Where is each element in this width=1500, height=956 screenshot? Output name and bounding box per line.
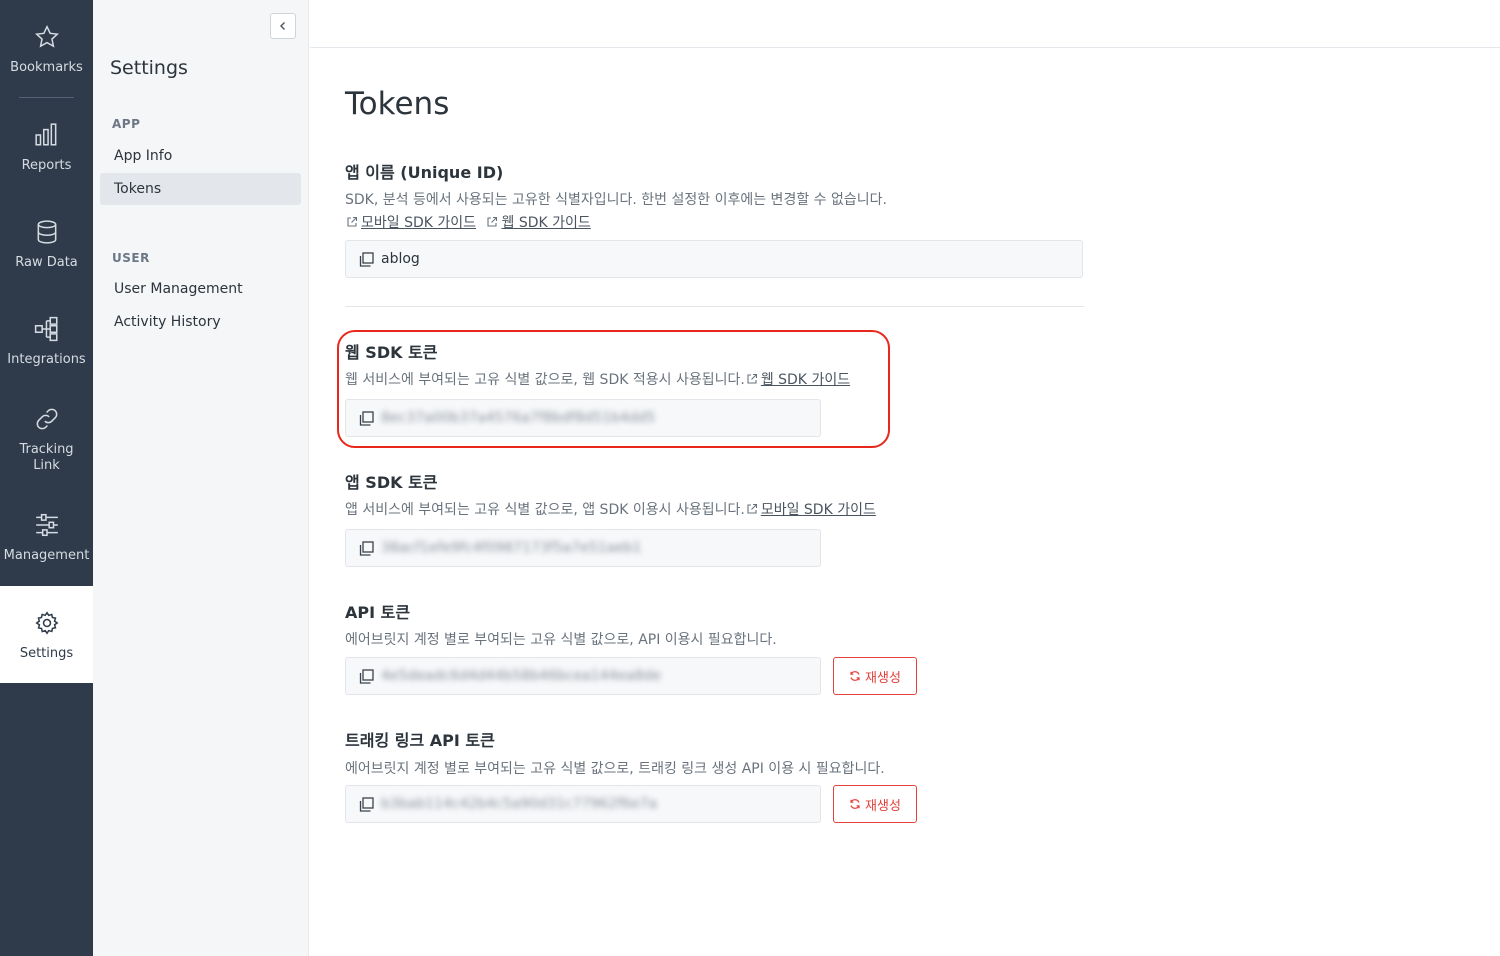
collapse-panel-button[interactable] <box>270 13 296 39</box>
tracking-link-api-token-field[interactable]: b3bab114c42b4c5a90d31c77962f6e7a <box>345 785 821 823</box>
nav-item-app-info[interactable]: App Info <box>100 140 301 172</box>
copy-icon[interactable] <box>359 540 374 556</box>
copy-icon[interactable] <box>359 796 374 812</box>
regenerate-label: 재생성 <box>865 669 901 685</box>
nav-item-tokens[interactable]: Tokens <box>100 173 301 205</box>
gear-icon <box>34 611 59 635</box>
app-name-links: 모바일 SDK 가이드 웹 SDK 가이드 <box>345 212 591 232</box>
api-token-title: API 토큰 <box>345 603 411 622</box>
app-sdk-token-value: 38acf1efe9fc4f0987173f5a7e51aeb1 <box>381 540 642 556</box>
regenerate-label: 재생성 <box>865 797 901 813</box>
rail-label: Tracking <box>19 442 74 457</box>
api-token-value: 4e5deadc6d4d44b58b46bcea144ea8de <box>381 668 661 684</box>
refresh-icon <box>850 799 860 809</box>
external-link-icon <box>347 216 358 227</box>
mobile-sdk-guide-link[interactable]: 모바일 SDK 가이드 <box>761 502 876 518</box>
external-link-icon <box>747 503 757 514</box>
bar-chart-icon <box>34 123 56 146</box>
settings-panel: Settings APP App Info Tokens USER User M… <box>93 0 309 956</box>
rail-bookmarks[interactable]: Bookmarks <box>0 24 93 76</box>
regenerate-tracking-token-button[interactable]: 재생성 <box>833 785 917 823</box>
regenerate-api-token-button[interactable]: 재생성 <box>833 657 917 695</box>
rail-management[interactable]: Management <box>0 512 93 564</box>
icon-rail: Bookmarks Reports Raw Data Integrations … <box>0 0 93 956</box>
rail-label: Integrations <box>7 352 86 367</box>
integrations-icon <box>34 316 58 342</box>
section-divider <box>345 306 1084 307</box>
chevron-left-icon <box>280 22 285 30</box>
rail-label: Link <box>33 458 60 473</box>
panel-title: Settings <box>110 57 188 79</box>
rail-label: Settings <box>19 646 74 661</box>
web-sdk-guide-link[interactable]: 웹 SDK 가이드 <box>501 215 590 231</box>
section-label-user: USER <box>112 251 150 265</box>
app-name-title: 앱 이름 (Unique ID) <box>345 163 504 182</box>
page-title: Tokens <box>345 86 450 122</box>
tracking-link-api-token-desc: 에어브릿지 계정 별로 부여되는 고유 식별 값으로, 트래킹 링크 생성 AP… <box>345 761 885 777</box>
copy-icon[interactable] <box>359 668 374 684</box>
star-icon <box>34 24 59 48</box>
rail-integrations[interactable]: Integrations <box>0 316 93 368</box>
rail-settings[interactable]: Settings <box>0 586 93 683</box>
tokens-page: Tokens 앱 이름 (Unique ID) SDK, 분석 등에서 사용되는… <box>310 48 1500 956</box>
rail-label: Reports <box>21 158 72 173</box>
desc-text: 앱 서비스에 부여되는 고유 식별 값으로, 앱 SDK 이용시 사용됩니다. <box>345 502 745 518</box>
rail-label: Raw Data <box>15 255 78 270</box>
nav-item-activity-history[interactable]: Activity History <box>100 306 301 338</box>
api-token-desc: 에어브릿지 계정 별로 부여되는 고유 식별 값으로, API 이용시 필요합니… <box>345 632 777 648</box>
mobile-sdk-guide-link[interactable]: 모바일 SDK 가이드 <box>361 215 476 231</box>
rail-tracking-link[interactable]: Tracking Link <box>0 406 93 474</box>
rail-label: Bookmarks <box>10 60 83 75</box>
tracking-link-api-token-value: b3bab114c42b4c5a90d31c77962f6e7a <box>381 796 658 812</box>
rail-label: Management <box>3 548 90 563</box>
sliders-icon <box>35 513 58 537</box>
rail-divider <box>19 97 74 98</box>
database-icon <box>37 220 56 244</box>
link-icon <box>36 408 57 430</box>
section-label-app: APP <box>112 117 141 131</box>
tracking-link-api-token-title: 트래킹 링크 API 토큰 <box>345 731 495 750</box>
refresh-icon <box>850 671 860 681</box>
app-name-field[interactable]: ablog <box>345 240 1083 278</box>
copy-icon[interactable] <box>359 251 374 267</box>
app-sdk-token-field[interactable]: 38acf1efe9fc4f0987173f5a7e51aeb1 <box>345 529 821 567</box>
app-sdk-token-title: 앱 SDK 토큰 <box>345 473 438 492</box>
nav-item-user-management[interactable]: User Management <box>100 273 301 305</box>
top-bar <box>310 0 1500 48</box>
app-name-desc: SDK, 분석 등에서 사용되는 고유한 식별자입니다. 한번 설정한 이후에는… <box>345 192 887 208</box>
app-name-value: ablog <box>381 251 420 267</box>
rail-raw-data[interactable]: Raw Data <box>0 219 93 271</box>
external-link-icon <box>487 216 498 227</box>
app-sdk-token-desc: 앱 서비스에 부여되는 고유 식별 값으로, 앱 SDK 이용시 사용됩니다. 모… <box>345 499 876 519</box>
api-token-field[interactable]: 4e5deadc6d4d44b58b46bcea144ea8de <box>345 657 821 695</box>
rail-reports[interactable]: Reports <box>0 122 93 174</box>
highlight-annotation <box>337 330 890 448</box>
